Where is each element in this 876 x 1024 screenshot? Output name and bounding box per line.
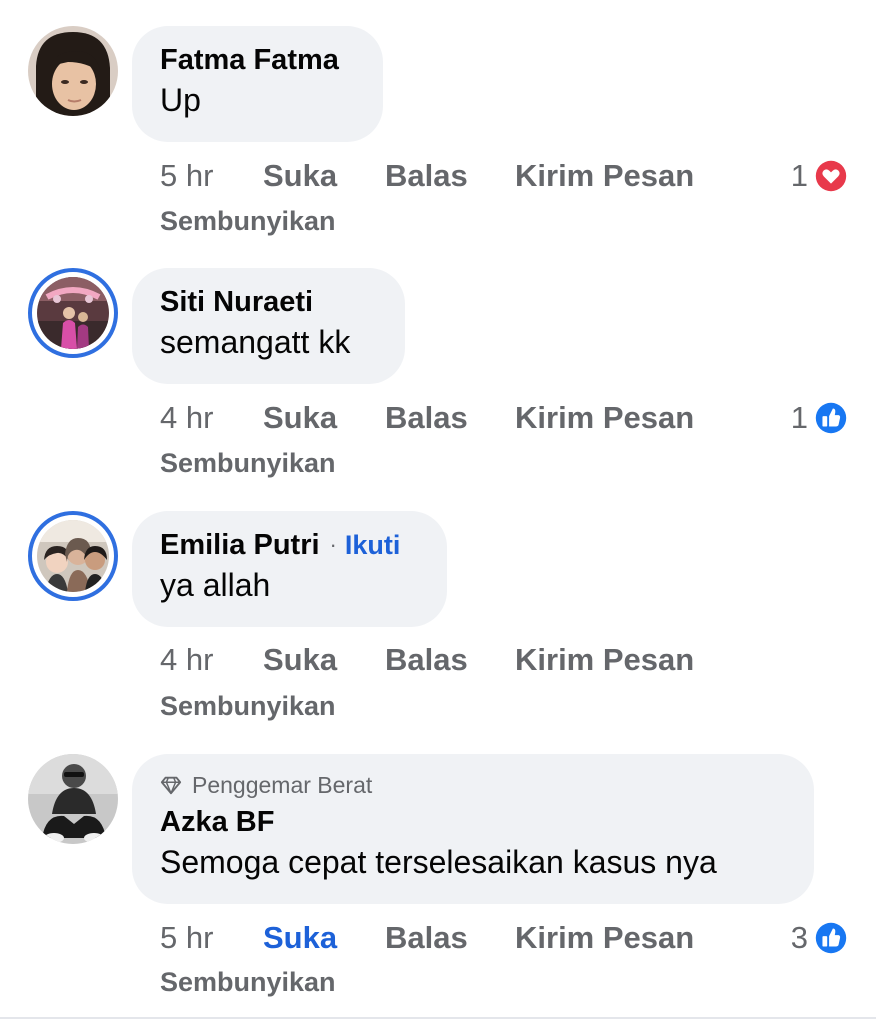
hide-button[interactable]: Sembunyikan	[160, 688, 336, 724]
like-button[interactable]: Suka	[263, 918, 337, 958]
like-button[interactable]: Suka	[263, 156, 337, 196]
comment-text: Up	[160, 82, 201, 118]
comment-feed: Fatma Fatma Up 5 hr Suka Balas Kirim Pes…	[0, 0, 876, 1024]
comment-author[interactable]: Azka BF	[160, 804, 274, 840]
send-message-button[interactable]: Kirim Pesan	[515, 398, 694, 438]
like-reaction-icon	[813, 920, 849, 956]
send-message-button[interactable]: Kirim Pesan	[515, 918, 694, 958]
hide-button[interactable]: Sembunyikan	[160, 964, 336, 1000]
reply-button[interactable]: Balas	[385, 398, 468, 438]
like-reaction-icon	[813, 400, 849, 436]
like-button[interactable]: Suka	[263, 640, 337, 680]
send-message-button[interactable]: Kirim Pesan	[515, 640, 694, 680]
avatar[interactable]	[28, 511, 118, 601]
send-message-button[interactable]: Kirim Pesan	[515, 156, 694, 196]
reaction-summary[interactable]: 1	[791, 398, 850, 438]
comment-actions: 5 hr Suka Balas Kirim Pesan	[160, 918, 860, 958]
comment-actions: 5 hr Suka Balas Kirim Pesan	[160, 156, 860, 196]
diamond-icon	[160, 776, 182, 795]
reply-button[interactable]: Balas	[385, 640, 468, 680]
love-reaction-icon	[813, 158, 849, 194]
avatar-photo	[28, 26, 118, 116]
reaction-count: 1	[790, 158, 808, 193]
comment-author[interactable]: Emilia Putri	[160, 527, 320, 563]
comment-author[interactable]: Siti Nuraeti	[160, 284, 313, 320]
avatar-photo	[37, 520, 109, 592]
reaction-count: 3	[790, 920, 808, 955]
comment-actions: 4 hr Suka Balas Kirim Pesan	[160, 398, 860, 438]
comment-actions: 4 hr Suka Balas Kirim Pesan	[160, 640, 860, 680]
reaction-count: 1	[790, 400, 808, 435]
avatar-photo	[37, 277, 109, 349]
follow-button[interactable]: Ikuti	[345, 530, 401, 561]
avatar[interactable]	[28, 26, 118, 116]
reaction-summary[interactable]: 3	[791, 918, 850, 958]
like-button[interactable]: Suka	[263, 398, 337, 438]
comment-timestamp[interactable]: 4 hr	[160, 640, 213, 680]
comment-timestamp[interactable]: 5 hr	[160, 918, 213, 958]
hide-button[interactable]: Sembunyikan	[160, 445, 336, 481]
comment-bubble: Fatma Fatma Up	[132, 26, 383, 142]
avatar[interactable]	[28, 268, 118, 358]
comment-timestamp[interactable]: 4 hr	[160, 398, 213, 438]
avatar[interactable]	[28, 754, 118, 844]
badge-label: Penggemar Berat	[192, 771, 373, 798]
comment-text: Semoga cepat terselesaikan kasus nya	[160, 844, 717, 880]
divider	[0, 1017, 876, 1019]
comment-bubble: Emilia Putri · Ikuti ya allah	[132, 511, 447, 627]
comment-text: semangatt kk	[160, 324, 351, 360]
reaction-summary[interactable]: 1	[791, 156, 850, 196]
top-fan-badge[interactable]: Penggemar Berat	[160, 770, 786, 800]
reply-button[interactable]: Balas	[385, 156, 468, 196]
comment-timestamp[interactable]: 5 hr	[160, 156, 213, 196]
avatar-photo	[28, 754, 118, 844]
comment-text: ya allah	[160, 567, 271, 603]
hide-button[interactable]: Sembunyikan	[160, 203, 336, 239]
reply-button[interactable]: Balas	[385, 918, 468, 958]
comment-bubble: Siti Nuraeti semangatt kk	[132, 268, 405, 384]
separator-dot: ·	[329, 532, 337, 557]
comment-author[interactable]: Fatma Fatma	[160, 42, 339, 78]
comment-bubble: Penggemar Berat Azka BF Semoga cepat ter…	[132, 754, 814, 904]
